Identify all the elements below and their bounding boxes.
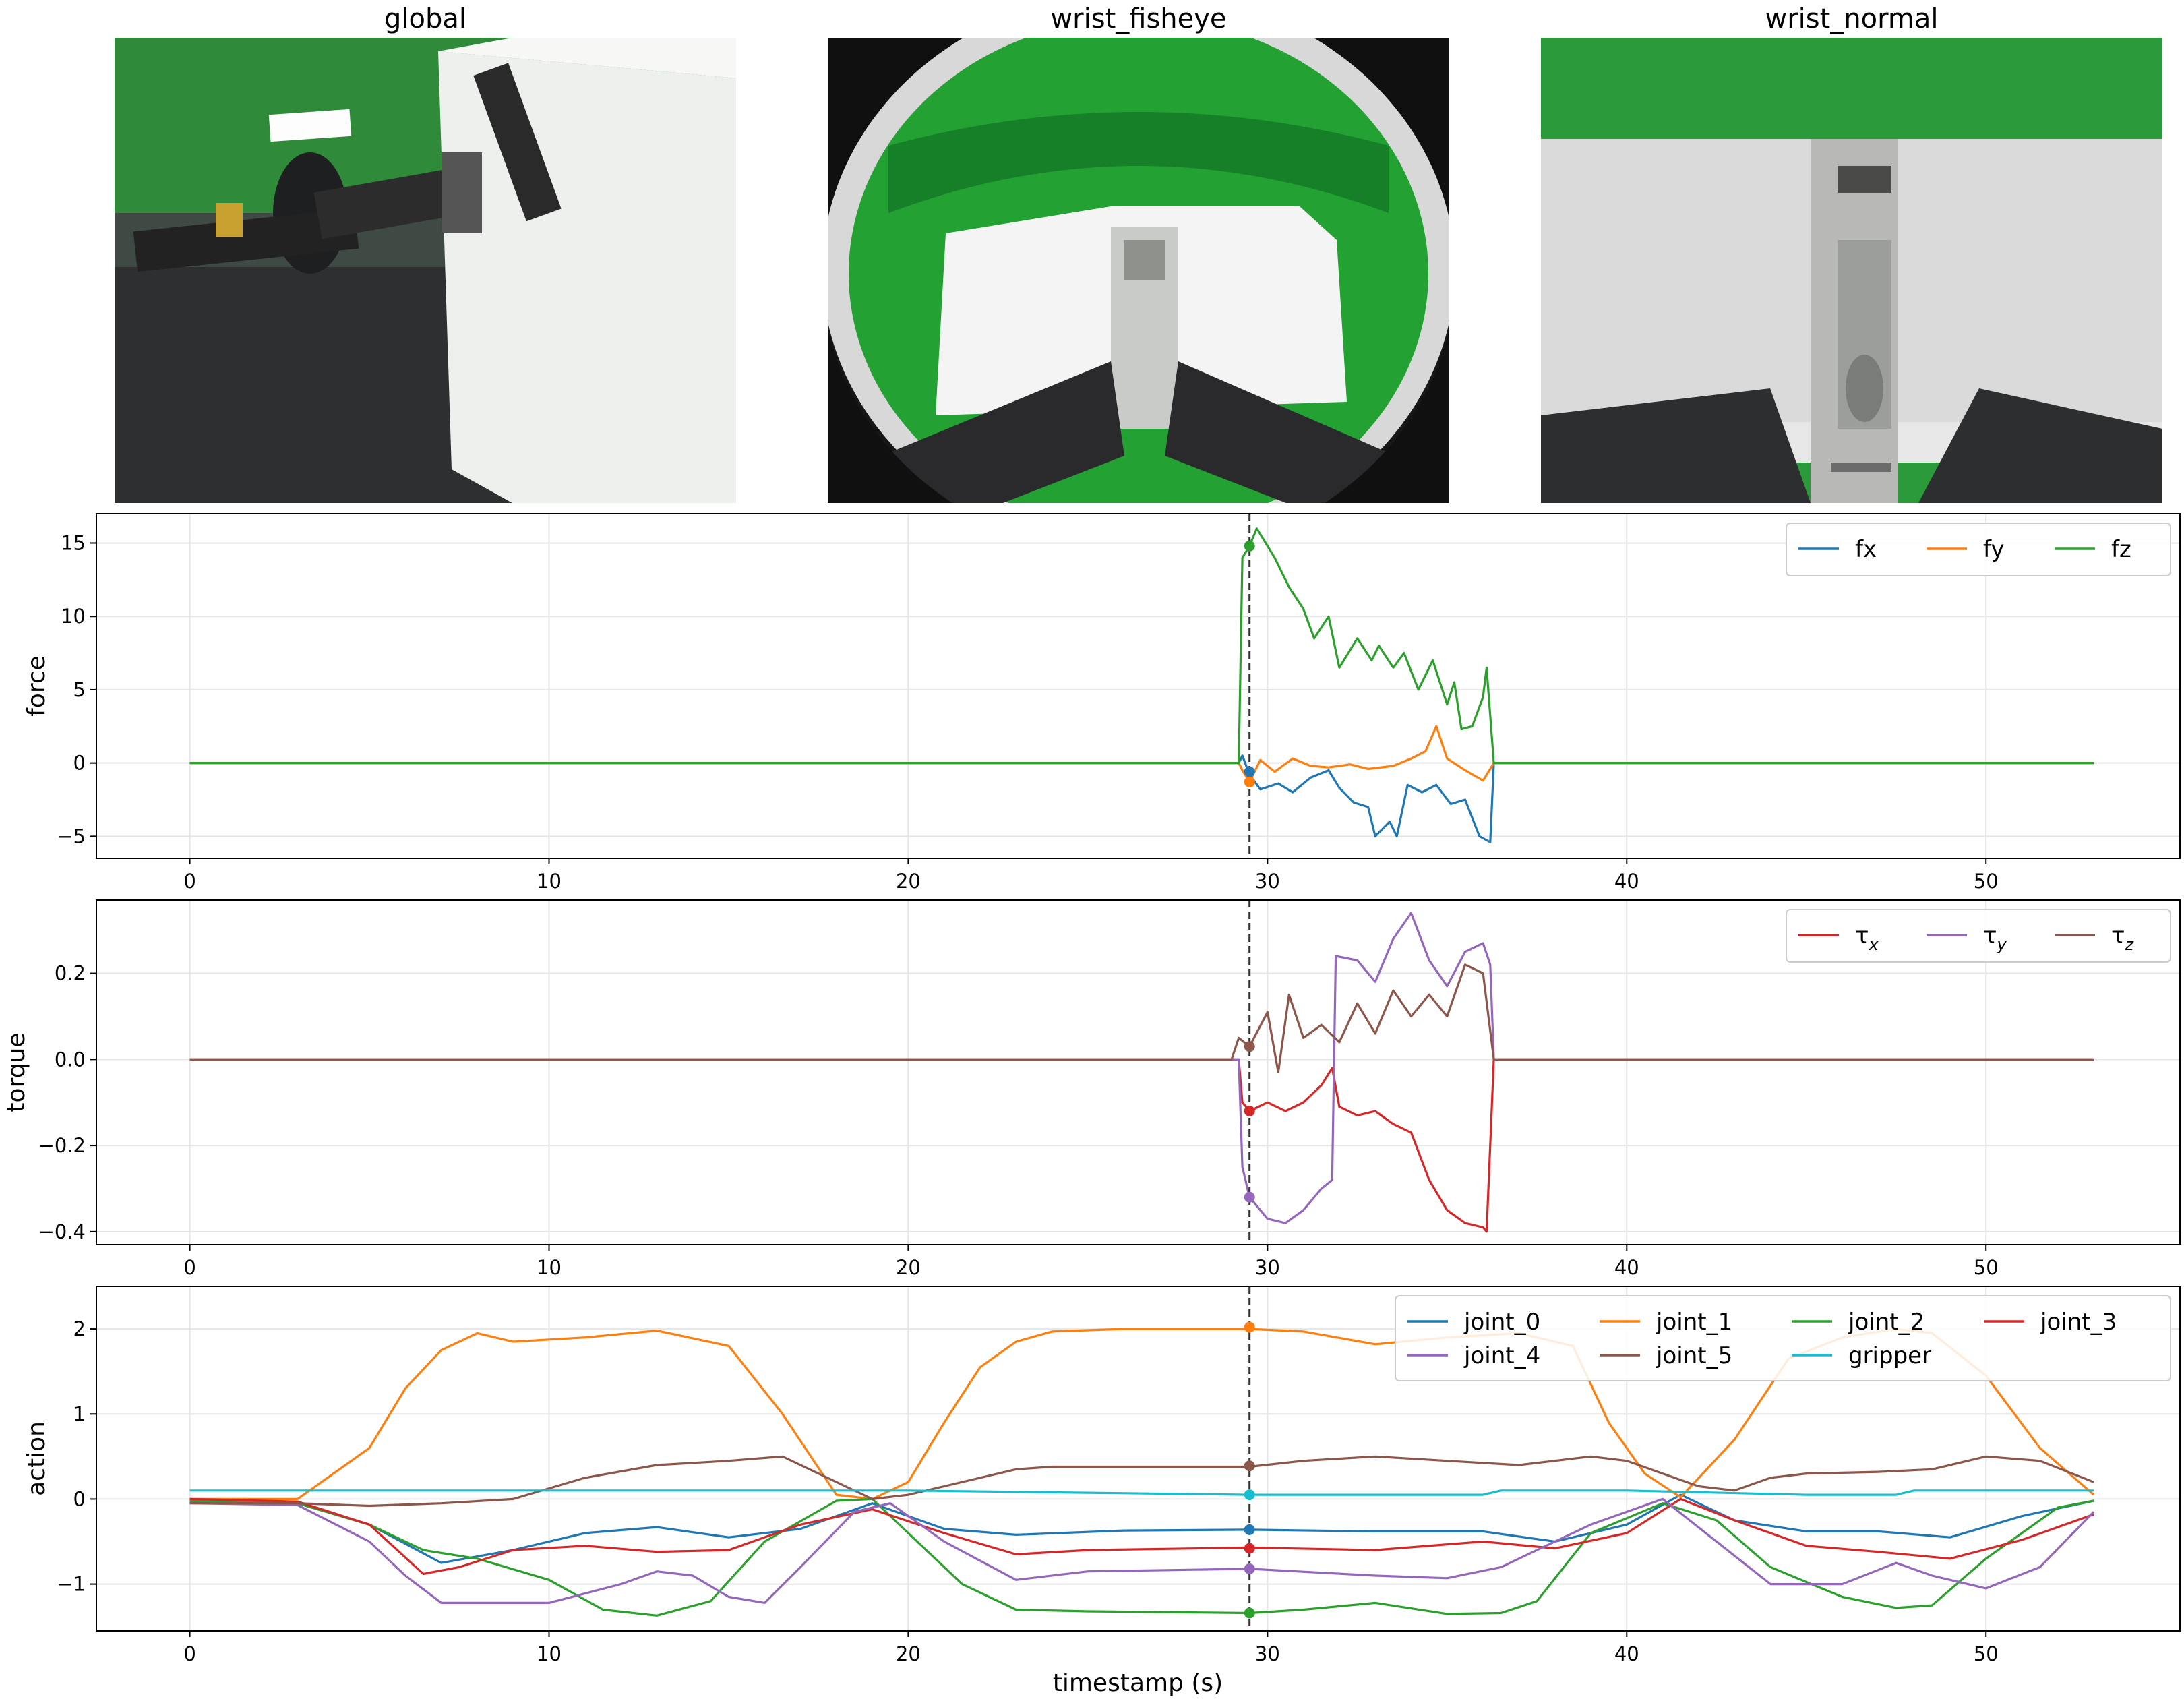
x-tick-label: 30 <box>1255 1642 1280 1665</box>
y-tick-label: −5 <box>57 825 86 847</box>
cursor-marker-gripper <box>1244 1489 1255 1501</box>
y-axis-label: torque <box>3 1032 30 1112</box>
legend-label: joint_1 <box>1656 1309 1732 1336</box>
series-line-τz <box>189 963 2094 1074</box>
series-line-joint_0 <box>189 1493 2094 1564</box>
legend-label: joint_3 <box>2040 1309 2117 1336</box>
legend-label: fx <box>1855 536 1877 563</box>
cursor-marker-τx <box>1244 1105 1255 1116</box>
y-tick-label: 10 <box>61 605 86 628</box>
y-tick-label: 1 <box>73 1402 86 1425</box>
legend-label: joint_5 <box>1656 1342 1732 1369</box>
cursor-marker-τy <box>1244 1191 1255 1203</box>
x-tick-label: 20 <box>896 1256 921 1279</box>
x-tick-label: 30 <box>1255 1256 1280 1279</box>
time-series-charts: 0 10 20 30 40 50−5051015forcefx fy fz 0 10 20 30 40… <box>3 513 2181 1697</box>
x-tick-label: 40 <box>1614 870 1639 893</box>
series-line-fy <box>189 725 2094 783</box>
y-axis-label: action <box>23 1421 51 1496</box>
series-line-joint_3 <box>189 1497 2094 1576</box>
x-tick-label: 10 <box>537 1642 562 1665</box>
x-tick-label: 0 <box>183 1642 195 1665</box>
torque-panel: 0 10 20 30 40 50 −0.4 −0.2 0.0 0.2 torque τx τy τz <box>3 899 2181 1279</box>
cursor-marker-joint_0 <box>1244 1524 1255 1535</box>
cursor-marker-joint_1 <box>1244 1321 1255 1333</box>
legend-label: joint_4 <box>1463 1342 1540 1369</box>
x-tick-label: 40 <box>1614 1256 1639 1279</box>
y-tick-label: 0 <box>73 752 86 775</box>
x-tick-label: 10 <box>537 1256 562 1279</box>
x-tick-label: 20 <box>896 1642 921 1665</box>
x-tick-label: 50 <box>1974 1256 1999 1279</box>
cursor-marker-joint_4 <box>1244 1563 1255 1574</box>
x-tick-label: 40 <box>1614 1642 1639 1665</box>
series-line-gripper <box>189 1489 2094 1496</box>
y-tick-label: −0.4 <box>38 1220 86 1243</box>
force-panel: 0 10 20 30 40 50 −5 0 5 10 15 force fx fy fz <box>23 513 2181 893</box>
cursor-marker-τz <box>1244 1041 1255 1052</box>
cursor-marker-fx <box>1244 766 1255 777</box>
y-tick-label: 0 <box>73 1487 86 1510</box>
y-tick-label: −1 <box>57 1573 86 1596</box>
cursor-marker-fy <box>1244 776 1255 787</box>
cursor-marker-joint_5 <box>1244 1460 1255 1472</box>
cursor-marker-joint_2 <box>1244 1607 1255 1619</box>
x-tick-label: 50 <box>1974 1642 1999 1665</box>
legend-label: joint_2 <box>1848 1309 1924 1336</box>
cursor-marker-fz <box>1244 540 1255 552</box>
x-tick-label: 50 <box>1974 870 1999 893</box>
legend: fx fy fz <box>1786 523 2171 576</box>
legend-label: fz <box>2111 536 2131 563</box>
x-tick-label: 10 <box>537 870 562 893</box>
x-tick-label: 20 <box>896 870 921 893</box>
action-panel: 0 10 20 30 40 50−1012actionjoint_0 joint_1 join… <box>23 1286 2181 1665</box>
y-tick-label: 15 <box>61 531 86 554</box>
legend: joint_0 joint_1 joint_2 joint_3 joint_4 joint… <box>1395 1295 2171 1381</box>
x-tick-label: 0 <box>183 1256 195 1279</box>
legend-label: joint_0 <box>1463 1309 1540 1336</box>
x-axis-label: timestamp (s) <box>1053 1669 1223 1697</box>
cursor-marker-joint_3 <box>1244 1543 1255 1554</box>
x-tick-label: 0 <box>183 870 195 893</box>
x-tick-label: 30 <box>1255 870 1280 893</box>
series-line-joint_4 <box>189 1497 2095 1604</box>
y-tick-label: 2 <box>73 1317 86 1340</box>
y-tick-label: 0.0 <box>55 1048 86 1071</box>
y-tick-label: 0.2 <box>55 962 86 985</box>
series-line-joint_2 <box>189 1497 2094 1617</box>
legend: τx τy τz <box>1786 909 2171 963</box>
y-tick-label: −0.2 <box>38 1134 86 1157</box>
legend-label: fy <box>1983 536 2005 563</box>
legend-label: gripper <box>1848 1342 1931 1369</box>
series-line-fx <box>189 754 2094 843</box>
y-axis-label: force <box>23 655 51 717</box>
y-tick-label: 5 <box>73 678 86 701</box>
